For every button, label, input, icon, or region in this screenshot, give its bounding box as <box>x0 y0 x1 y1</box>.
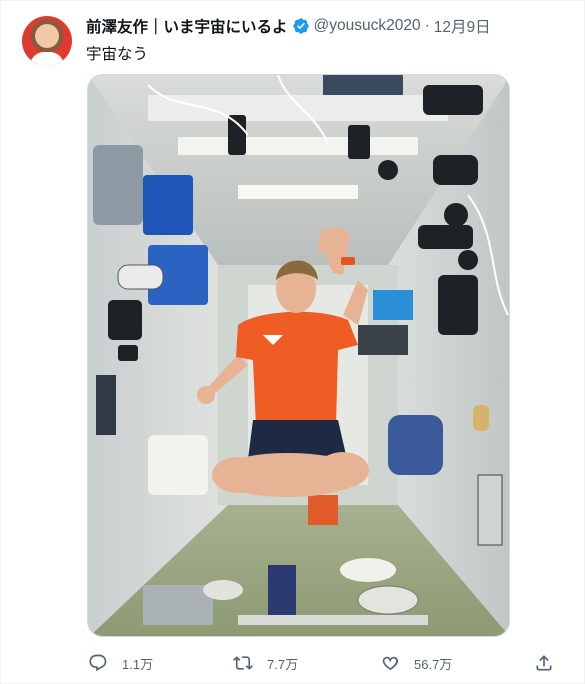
like-count: 56.7万 <box>414 656 453 672</box>
share-button[interactable] <box>534 647 554 679</box>
reply-icon <box>89 654 107 672</box>
reply-button[interactable]: 1.1万 <box>88 647 153 679</box>
tweet-date[interactable]: 12月9日 <box>434 15 491 37</box>
author-name[interactable]: 前澤友作｜いま宇宙にいるよ <box>86 15 288 37</box>
tweet-card[interactable]: 前澤友作｜いま宇宙にいるよ @yousuck2020 · 12月9日 宇宙なう <box>0 0 585 684</box>
share-icon <box>536 655 552 671</box>
author-handle[interactable]: @yousuck2020 <box>314 17 421 35</box>
tweet-photo[interactable] <box>87 74 510 637</box>
tweet-actions: 1.1万 7.7万 56.7万 <box>1 647 585 679</box>
tweet-header: 前澤友作｜いま宇宙にいるよ @yousuck2020 · 12月9日 <box>86 15 491 37</box>
like-button[interactable]: 56.7万 <box>380 647 452 679</box>
verified-badge-icon <box>292 18 309 34</box>
tweet-text: 宇宙なう <box>86 46 149 63</box>
avatar[interactable] <box>22 16 72 66</box>
heart-icon <box>382 656 399 670</box>
separator-dot: · <box>424 17 430 34</box>
retweet-button[interactable]: 7.7万 <box>233 647 298 679</box>
retweet-count: 7.7万 <box>267 656 299 672</box>
reply-count: 1.1万 <box>122 656 154 672</box>
space-station-photo <box>88 75 509 636</box>
retweet-icon <box>233 656 253 670</box>
